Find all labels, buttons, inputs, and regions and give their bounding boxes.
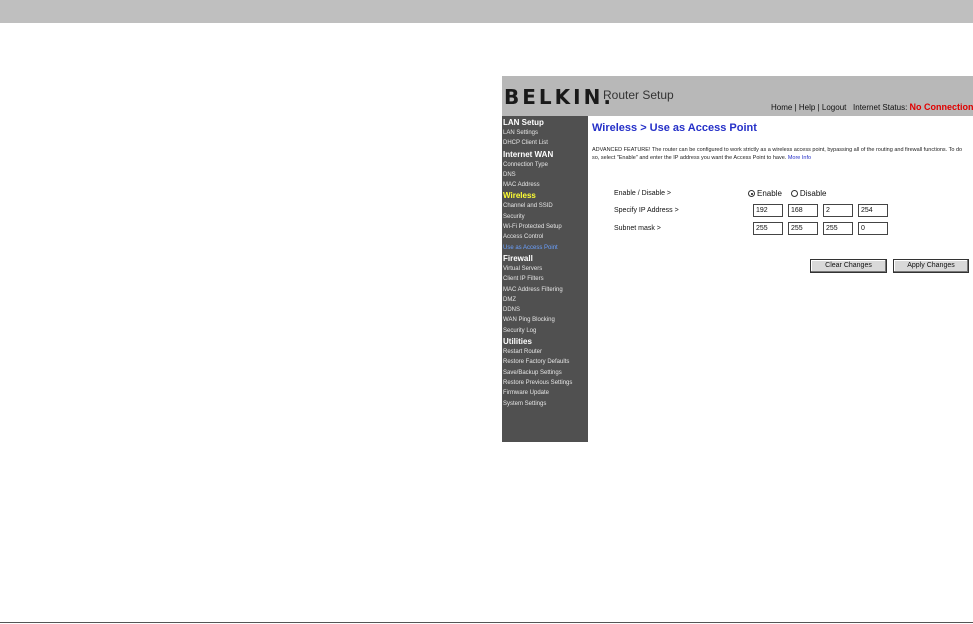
- subnet-octet-3[interactable]: [823, 222, 853, 235]
- clear-changes-button[interactable]: Clear Changes: [810, 259, 887, 273]
- description-text: ADVANCED FEATURE! The router can be conf…: [592, 147, 963, 161]
- sidebar-item-wan-ping-blocking[interactable]: WAN Ping Blocking: [502, 315, 588, 325]
- ip-octet-1[interactable]: [753, 204, 783, 217]
- link-separator: |: [817, 103, 820, 112]
- sidebar: LAN Setup LAN Settings DHCP Client List Int…: [502, 116, 588, 442]
- sidebar-section-utilities: Utilities: [503, 337, 532, 347]
- subnet-mask-label: Subnet mask >: [614, 225, 661, 232]
- page-title: Wireless > Use as Access Point: [592, 122, 757, 134]
- sidebar-item-ddns[interactable]: DDNS: [502, 305, 588, 315]
- ip-address-label: Specify IP Address >: [614, 207, 679, 214]
- more-info-link[interactable]: More Info: [788, 155, 811, 161]
- sidebar-item-security-log[interactable]: Security Log: [502, 326, 588, 336]
- help-link[interactable]: Help: [799, 103, 815, 112]
- belkin-logo: BELKIN.: [504, 85, 614, 109]
- sidebar-item-restore-factory-defaults[interactable]: Restore Factory Defaults: [502, 357, 588, 367]
- sidebar-item-access-control[interactable]: Access Control: [502, 232, 588, 242]
- bottom-rule: [0, 622, 973, 623]
- ip-octet-4[interactable]: [858, 204, 888, 217]
- sidebar-item-dhcp-client-list[interactable]: DHCP Client List: [502, 138, 588, 148]
- sidebar-section-firewall: Firewall: [503, 253, 533, 263]
- sidebar-section-internet-wan: Internet WAN: [503, 149, 554, 159]
- enable-radio[interactable]: [748, 190, 755, 198]
- sidebar-item-mac-address[interactable]: MAC Address: [502, 180, 588, 190]
- sidebar-section-lan-setup: LAN Setup: [503, 118, 544, 127]
- sidebar-item-restart-router[interactable]: Restart Router: [502, 347, 588, 357]
- sidebar-item-dns[interactable]: DNS: [502, 170, 588, 180]
- subnet-octet-2[interactable]: [788, 222, 818, 235]
- sidebar-item-dmz[interactable]: DMZ: [502, 295, 588, 305]
- sidebar-item-wi-fi-protected-setup[interactable]: Wi-Fi Protected Setup: [502, 222, 588, 232]
- internet-status-value: No Connection: [909, 102, 973, 112]
- sidebar-item-virtual-servers[interactable]: Virtual Servers: [502, 264, 588, 274]
- home-link[interactable]: Home: [771, 103, 792, 112]
- sidebar-item-firmware-update[interactable]: Firmware Update: [502, 388, 588, 398]
- main-content: Wireless > Use as Access Point ADVANCED …: [588, 116, 973, 442]
- top-bar: [0, 0, 973, 23]
- sidebar-item-lan-settings[interactable]: LAN Settings: [502, 128, 588, 138]
- sidebar-item-client-ip-filters[interactable]: Client IP Filters: [502, 274, 588, 284]
- description: ADVANCED FEATURE! The router can be conf…: [592, 146, 970, 162]
- sidebar-item-connection-type[interactable]: Connection Type: [502, 160, 588, 170]
- sidebar-section-wireless: Wireless: [503, 191, 536, 201]
- subnet-octet-1[interactable]: [753, 222, 783, 235]
- apply-changes-button[interactable]: Apply Changes: [893, 259, 969, 273]
- header: BELKIN. Router Setup Home | Help | Logou…: [502, 76, 973, 116]
- sidebar-item-restore-previous-settings[interactable]: Restore Previous Settings: [502, 378, 588, 388]
- link-separator: |: [794, 103, 797, 112]
- sidebar-item-save-backup-settings[interactable]: Save/Backup Settings: [502, 368, 588, 378]
- top-links: Home | Help | Logout Internet Status: No…: [771, 102, 973, 112]
- disable-option-label: Disable: [799, 189, 827, 198]
- enable-disable-label: Enable / Disable >: [614, 190, 672, 197]
- ip-octet-2[interactable]: [788, 204, 818, 217]
- sidebar-item-security[interactable]: Security: [502, 212, 588, 222]
- ip-octet-3[interactable]: [823, 204, 853, 217]
- sidebar-item-system-settings[interactable]: System Settings: [502, 399, 588, 409]
- router-setup-title: Router Setup: [603, 88, 674, 102]
- subnet-octet-4[interactable]: [858, 222, 888, 235]
- enable-option-label: Enable: [757, 189, 782, 198]
- sidebar-item-mac-address-filtering[interactable]: MAC Address Filtering: [502, 285, 588, 295]
- logout-link[interactable]: Logout: [822, 103, 846, 112]
- sidebar-item-use-as-access-point[interactable]: Use as Access Point: [502, 243, 588, 253]
- router-setup-screenshot: BELKIN. Router Setup Home | Help | Logou…: [502, 76, 973, 442]
- enable-disable-radios: Enable Disable: [748, 189, 827, 198]
- sidebar-item-channel-and-ssid[interactable]: Channel and SSID: [502, 201, 588, 211]
- disable-radio[interactable]: [790, 190, 798, 198]
- internet-status-label: Internet Status:: [853, 103, 908, 112]
